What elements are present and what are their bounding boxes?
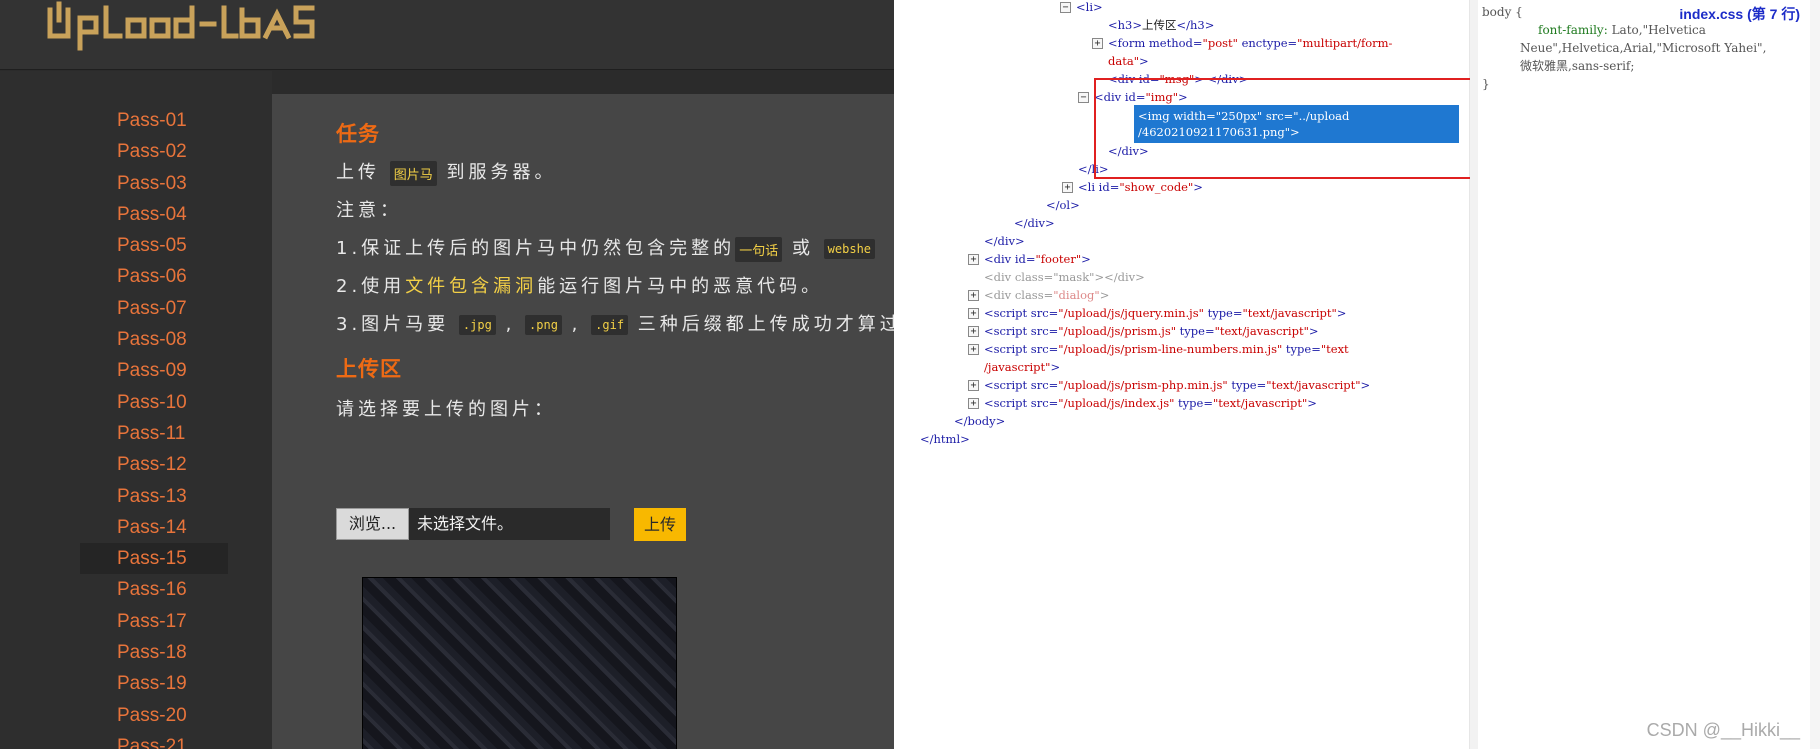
- scrollbar[interactable]: [1810, 0, 1820, 749]
- task-item1: 1.保证上传后的图片马中仍然包含完整的 一句话 或 webshe: [336, 234, 876, 262]
- watermark: CSDN @__Hikki__: [1646, 720, 1800, 740]
- expand-icon[interactable]: +: [968, 380, 979, 391]
- logo: [47, 1, 315, 51]
- task-item3: 3.图片马要 .jpg , .png , .gif 三种后缀都上传成功才算过: [336, 314, 894, 335]
- main-content: 任务 上传 图片马 到服务器。 注意： 1.保证上传后的图片马中仍然包含完整的一…: [272, 94, 894, 749]
- expand-icon[interactable]: +: [968, 326, 979, 337]
- dom-node-line[interactable]: </div>: [984, 234, 1025, 249]
- upload-area-title: 上传区: [336, 357, 402, 381]
- dom-node-line[interactable]: <h3>上传区</h3>: [1108, 18, 1214, 33]
- nav-item-pass-21[interactable]: Pass-21: [80, 731, 228, 749]
- code-one-liner: 一句话: [735, 236, 783, 262]
- nav-item-pass-01[interactable]: Pass-01: [80, 105, 228, 136]
- nav-item-pass-07[interactable]: Pass-07: [80, 293, 228, 324]
- css-close-brace: }: [1482, 77, 1490, 91]
- dom-node-line[interactable]: <li>: [1076, 0, 1103, 15]
- dom-node-line[interactable]: <div class="mask"></div>: [984, 270, 1145, 285]
- nav-item-pass-17[interactable]: Pass-17: [80, 606, 228, 637]
- code-webshell: webshe: [823, 239, 876, 259]
- nav-item-pass-05[interactable]: Pass-05: [80, 230, 228, 261]
- css-property: font-family:: [1538, 23, 1608, 37]
- task-note: 注意：: [336, 200, 402, 221]
- dom-node-line[interactable]: <div id="footer">: [984, 252, 1091, 267]
- dom-node-line[interactable]: data">: [1108, 54, 1149, 69]
- dom-node-line[interactable]: </div>: [1014, 216, 1055, 231]
- dom-node-line[interactable]: <div class="dialog">: [984, 288, 1109, 303]
- file-status-label: 未选择文件。: [417, 514, 514, 533]
- upload-prompt: 请选择要上传的图片：: [336, 399, 556, 420]
- css-selector: body {: [1482, 5, 1523, 19]
- devtools-panel: <li> − <h3>上传区</h3> <form method="post" enc…: [894, 0, 1820, 749]
- dom-node-line[interactable]: <script src="/upload/js/prism.js" type="…: [984, 324, 1319, 339]
- expand-icon[interactable]: +: [968, 254, 979, 265]
- task-line1: 上传 图片马 到服务器。: [336, 158, 556, 186]
- expand-icon[interactable]: +: [968, 308, 979, 319]
- dom-node-line[interactable]: <script src="/upload/js/prism-line-numbe…: [984, 342, 1349, 357]
- site-header: [0, 0, 894, 70]
- nav-item-pass-19[interactable]: Pass-19: [80, 668, 228, 699]
- task-item2: 2.使用文件包含漏洞能运行图片马中的恶意代码。: [336, 276, 824, 297]
- nav-item-pass-14[interactable]: Pass-14: [80, 512, 228, 543]
- nav-item-pass-11[interactable]: Pass-11: [80, 418, 228, 449]
- dom-node-line[interactable]: /javascript">: [984, 360, 1060, 375]
- nav-item-pass-09[interactable]: Pass-09: [80, 355, 228, 386]
- code-gif: .gif: [591, 315, 629, 335]
- nav-item-pass-20[interactable]: Pass-20: [80, 700, 228, 731]
- upload-button[interactable]: 上传: [634, 508, 686, 541]
- css-rule-line3: 微软雅黑,sans-serif;: [1520, 59, 1635, 73]
- nav-item-pass-08[interactable]: Pass-08: [80, 324, 228, 355]
- code-jpg: .jpg: [458, 315, 496, 335]
- css-rule-line2: Neue",Helvetica,Arial,"Microsoft Yahei",: [1520, 41, 1767, 55]
- nav-item-pass-18[interactable]: Pass-18: [80, 637, 228, 668]
- code-png: .png: [525, 315, 562, 335]
- pass-nav: Pass-01 Pass-02 Pass-03 Pass-04 Pass-05 Pass-…: [80, 105, 228, 749]
- nav-item-pass-03[interactable]: Pass-03: [80, 168, 228, 199]
- dom-node-line[interactable]: <form method="post" enctype="multipart/f…: [1108, 36, 1392, 51]
- nav-item-pass-13[interactable]: Pass-13: [80, 481, 228, 512]
- expand-icon[interactable]: +: [968, 344, 979, 355]
- css-source-link[interactable]: index.css (第 7 行): [1679, 4, 1800, 24]
- dom-node-line[interactable]: <script src="/upload/js/jquery.min.js" t…: [984, 306, 1346, 321]
- nav-item-pass-15[interactable]: Pass-15: [80, 543, 228, 575]
- css-rule-line1: font-family: Lato,"Helvetica: [1538, 23, 1706, 37]
- nav-item-pass-12[interactable]: Pass-12: [80, 449, 228, 480]
- code-image-horse: 图片马: [389, 160, 437, 186]
- styles-pane: index.css (第 7 行) body { font-family: La…: [1470, 0, 1820, 749]
- expand-icon[interactable]: +: [968, 290, 979, 301]
- dom-node-line[interactable]: <script src="/upload/js/index.js" type="…: [984, 396, 1317, 411]
- browse-button[interactable]: 浏览...: [336, 508, 409, 540]
- expand-icon[interactable]: +: [968, 398, 979, 409]
- dom-node-line[interactable]: <li id="show_code">: [1078, 180, 1203, 195]
- task-title: 任务: [336, 122, 380, 146]
- nav-item-pass-10[interactable]: Pass-10: [80, 387, 228, 418]
- dom-node-line[interactable]: <script src="/upload/js/prism-php.min.js…: [984, 378, 1370, 393]
- nav-item-pass-16[interactable]: Pass-16: [80, 574, 228, 605]
- upload-labs-page: Pass-01 Pass-02 Pass-03 Pass-04 Pass-05 Pass-…: [0, 0, 894, 749]
- file-include-vuln-highlight: 文件包含漏洞: [405, 276, 538, 297]
- nav-item-pass-02[interactable]: Pass-02: [80, 136, 228, 167]
- file-input[interactable]: 浏览... 未选择文件。: [336, 508, 610, 540]
- dom-node-line[interactable]: </ol>: [1046, 198, 1080, 213]
- expand-icon[interactable]: +: [1092, 38, 1103, 49]
- highlight-box: [1094, 78, 1492, 179]
- dom-node-line[interactable]: </body>: [954, 414, 1005, 429]
- nav-item-pass-06[interactable]: Pass-06: [80, 261, 228, 292]
- collapse-icon[interactable]: −: [1060, 2, 1071, 13]
- collapse-icon[interactable]: −: [1078, 92, 1089, 103]
- dom-node-line[interactable]: </html>: [920, 432, 970, 447]
- expand-icon[interactable]: +: [1062, 182, 1073, 193]
- nav-item-pass-04[interactable]: Pass-04: [80, 199, 228, 230]
- uploaded-image-preview: [362, 577, 677, 749]
